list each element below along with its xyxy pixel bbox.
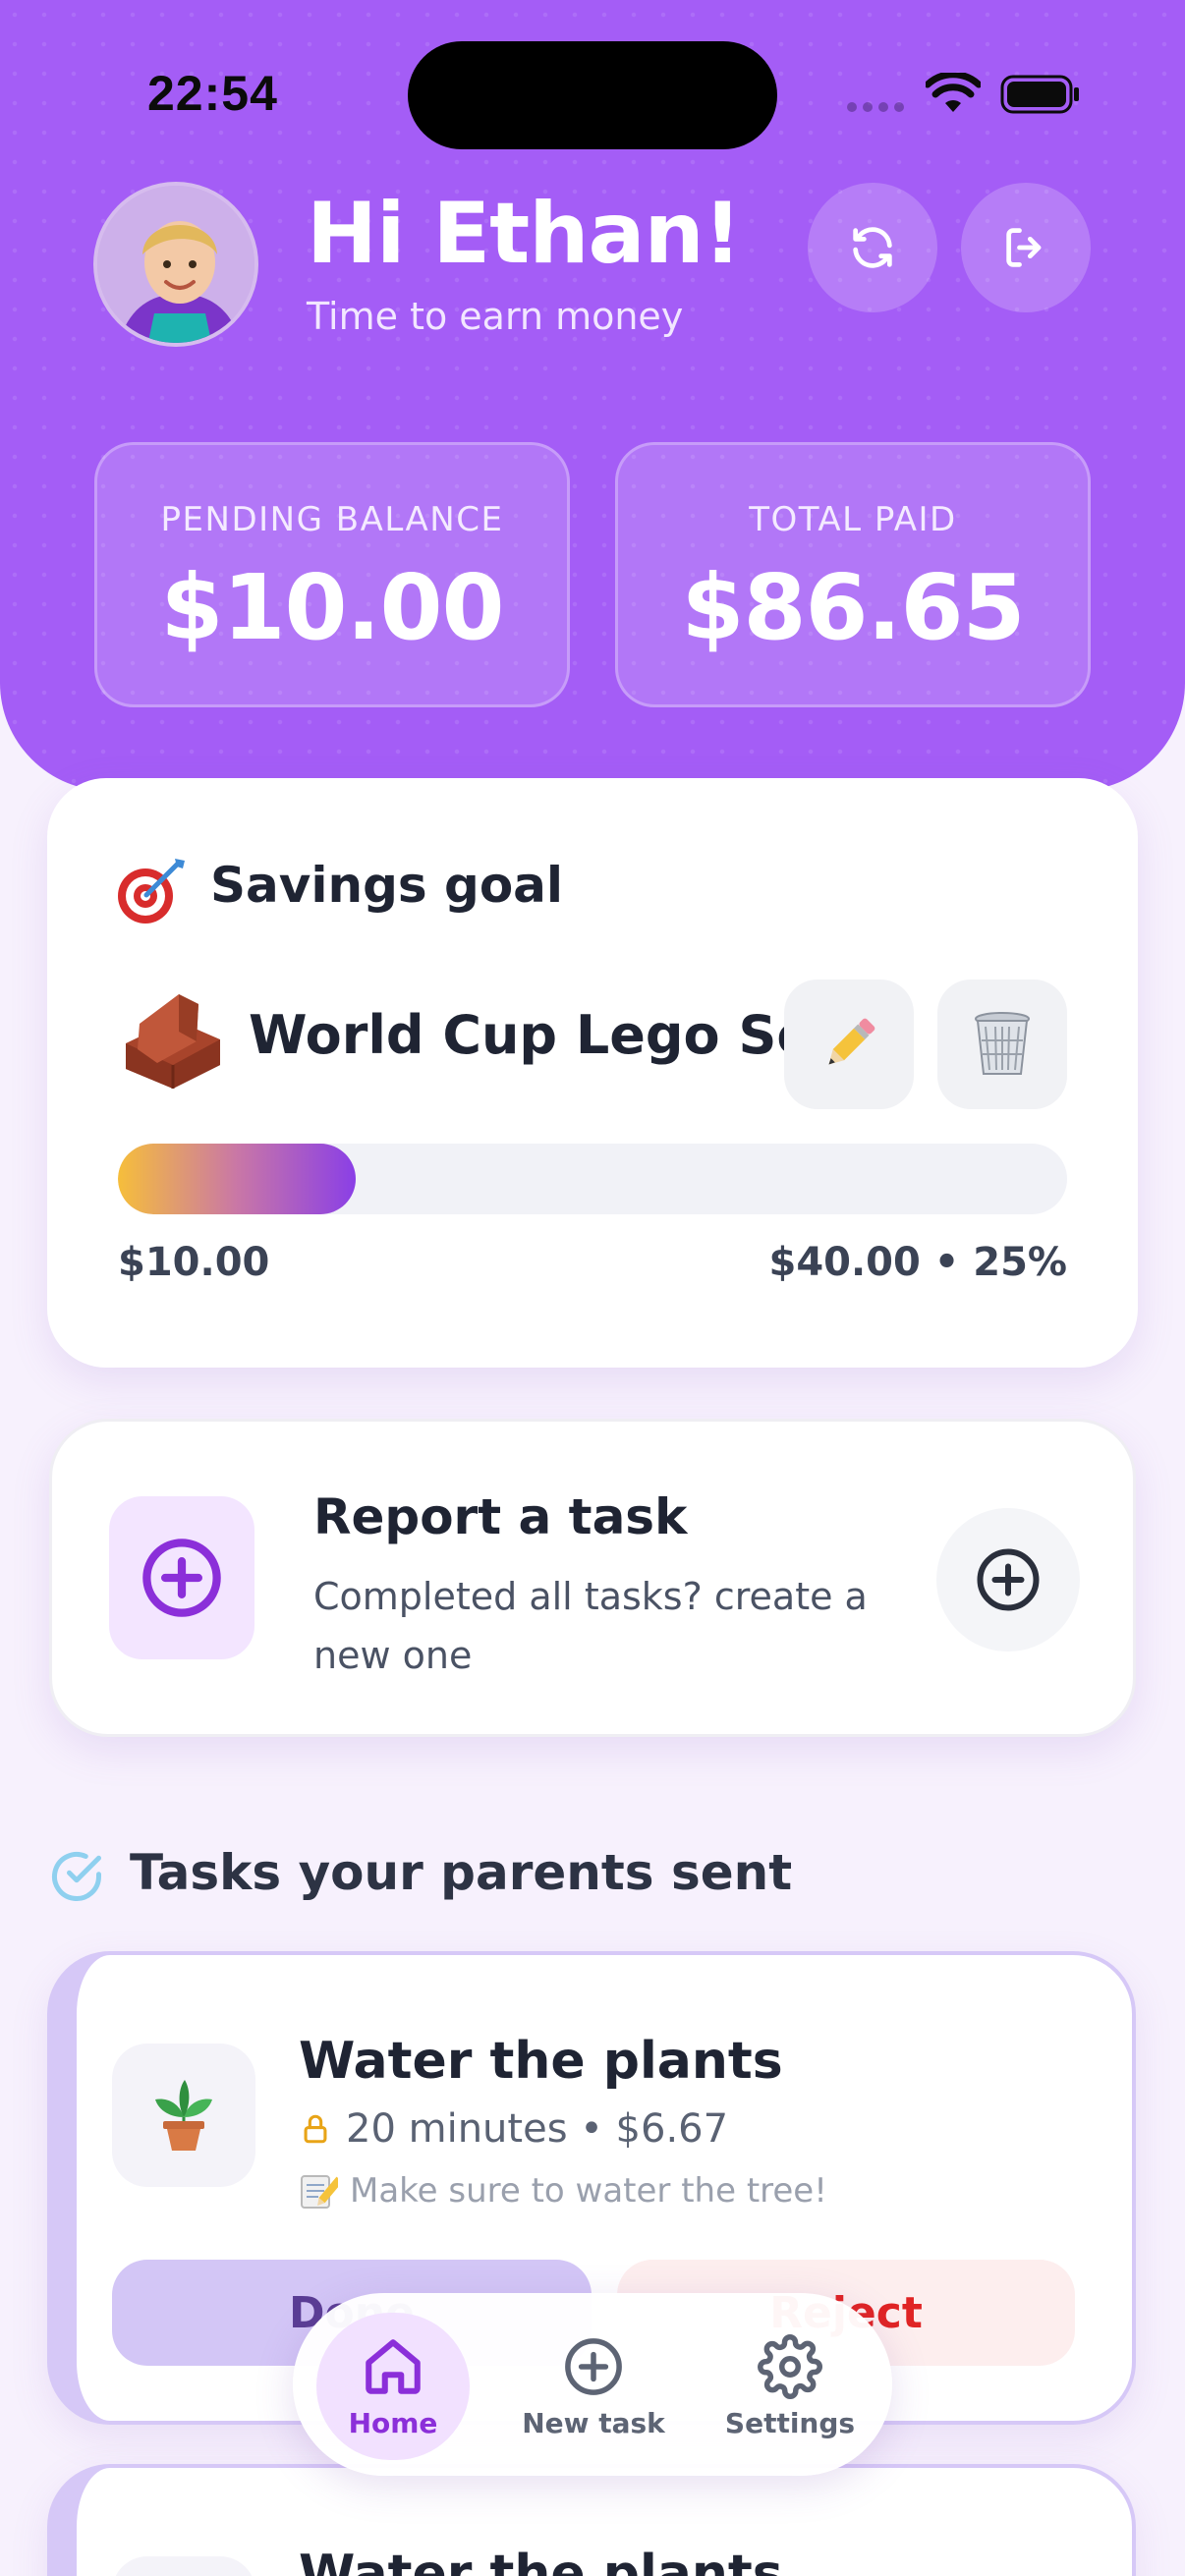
pencil-icon	[828, 1018, 875, 1065]
avatar[interactable]	[93, 182, 258, 347]
battery-icon	[1000, 75, 1079, 114]
task-icon-box	[112, 2044, 255, 2187]
gear-icon	[758, 2333, 822, 2399]
check-circle-icon	[52, 1852, 101, 1901]
nav-item-home[interactable]: Home	[316, 2313, 470, 2460]
nav-item-new-task[interactable]: New task	[517, 2313, 670, 2460]
nav-item-settings[interactable]: Settings	[713, 2313, 867, 2460]
bottom-nav: Home New task Settings	[293, 2293, 892, 2476]
task-icon-box	[112, 2556, 255, 2576]
plus-circle-icon	[977, 1548, 1040, 1611]
header: 22:54 Hi Ethan! Time to earn money PENDI…	[0, 0, 1185, 791]
pending-balance-card: PENDING BALANCE $10.00	[94, 442, 570, 707]
savings-goal-title: Savings goal	[210, 857, 564, 914]
dynamic-island	[408, 41, 777, 149]
task-title: Water the plants	[299, 2032, 783, 2091]
nav-label-new-task: New task	[522, 2406, 665, 2439]
memo-icon	[301, 2175, 338, 2209]
potted-plant-icon	[155, 2080, 212, 2151]
task-title: Water the plants	[299, 2545, 783, 2576]
wifi-icon	[926, 73, 981, 112]
trash-icon	[975, 1012, 1030, 1075]
goal-progress-bar	[118, 1144, 1067, 1214]
home-icon	[366, 2338, 421, 2394]
avatar-image	[97, 186, 254, 343]
greeting-subtitle: Time to earn money	[307, 295, 684, 338]
lock-icon	[304, 2114, 327, 2144]
task-card: Water the plants	[47, 2464, 1136, 2576]
total-paid-label: TOTAL PAID	[749, 500, 957, 539]
nav-label-home: Home	[348, 2406, 438, 2439]
status-time: 22:54	[147, 66, 278, 121]
logout-icon	[1006, 228, 1042, 267]
refresh-button[interactable]	[808, 183, 937, 312]
greeting: Hi Ethan!	[307, 185, 742, 283]
total-paid-card: TOTAL PAID $86.65	[615, 442, 1091, 707]
report-task-title: Report a task	[313, 1488, 688, 1545]
savings-goal-card: Savings goal World Cup Lego Set $10.00 $…	[47, 778, 1138, 1368]
signal-icon	[847, 102, 904, 112]
logout-button[interactable]	[961, 183, 1091, 312]
goal-name: World Cup Lego Set	[249, 1004, 838, 1066]
brick-icon	[126, 994, 220, 1089]
goal-target-amount: $40.00 • 25%	[768, 1240, 1067, 1285]
task-note: Make sure to water the tree!	[299, 2171, 827, 2211]
pending-balance-value: $10.00	[160, 555, 504, 660]
task-meta: 20 minutes • $6.67	[299, 2106, 728, 2152]
goal-saved-amount: $10.00	[118, 1240, 270, 1285]
edit-goal-button[interactable]	[784, 980, 914, 1109]
tasks-section-title: Tasks your parents sent	[130, 1844, 793, 1901]
goal-progress-fill	[118, 1144, 356, 1214]
refresh-icon	[853, 227, 892, 268]
report-task-add-button[interactable]	[936, 1508, 1080, 1652]
pending-balance-label: PENDING BALANCE	[160, 500, 504, 539]
report-task-subtitle: Completed all tasks? create a new one	[313, 1575, 868, 1677]
task-note-text: Make sure to water the tree!	[350, 2171, 827, 2211]
report-task-icon-box	[109, 1496, 254, 1659]
total-paid-value: $86.65	[681, 555, 1025, 660]
target-icon	[118, 859, 185, 924]
plus-circle-icon	[565, 2337, 622, 2395]
report-task-card[interactable]: Report a task Completed all tasks? creat…	[49, 1419, 1136, 1737]
nav-label-settings: Settings	[724, 2406, 856, 2439]
delete-goal-button[interactable]	[937, 980, 1067, 1109]
plus-circle-icon	[142, 1539, 221, 1617]
task-meta-text: 20 minutes • $6.67	[346, 2106, 729, 2152]
